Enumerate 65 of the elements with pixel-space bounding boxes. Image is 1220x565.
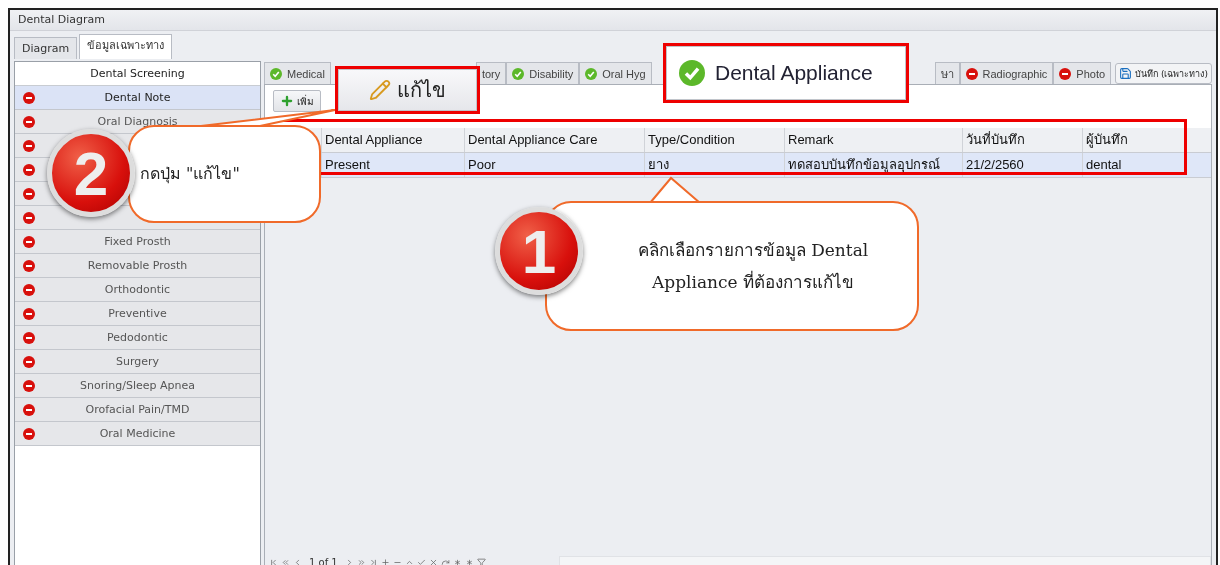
callout-text: กดปุ่ม "แก้ไข"	[140, 162, 240, 186]
table-cell: Poor	[464, 153, 644, 177]
table-cell: ยาง	[644, 153, 784, 177]
sidebar-item[interactable]: Dental Note	[15, 86, 260, 110]
view-tab[interactable]: Diagram	[14, 37, 78, 59]
section-tab[interactable]: Oral Hyg	[579, 62, 652, 84]
column-header[interactable]: วันที่บันทึก	[962, 128, 1082, 152]
asterisk-icon[interactable]	[464, 557, 474, 565]
sidebar-item-label: Removable Prosth	[86, 259, 189, 272]
table-cell: 21/2/2560	[962, 153, 1082, 177]
sidebar-item-label: Orofacial Pain/TMD	[84, 403, 191, 416]
section-tab[interactable]: Medical	[264, 62, 331, 84]
pencil-icon	[369, 79, 391, 101]
save-icon	[1119, 67, 1133, 80]
asterisk-icon[interactable]	[452, 557, 462, 565]
sidebar-item[interactable]: Surgery	[15, 350, 260, 374]
view-tab[interactable]: ข้อมูลเฉพาะทาง	[79, 34, 173, 59]
page-position: 1 of 1	[309, 556, 338, 565]
section-tab[interactable]: Disability	[506, 62, 580, 84]
sidebar-item-label: Oral Medicine	[98, 427, 177, 440]
horizontal-scrollbar[interactable]	[558, 556, 1211, 565]
check-icon[interactable]	[416, 557, 426, 565]
add-button[interactable]: เพิ่ม	[273, 90, 321, 112]
sidebar-item[interactable]: Fixed Prosth	[15, 230, 260, 254]
sidebar-item-label: Dental Note	[103, 91, 172, 104]
first-page-icon[interactable]	[269, 557, 278, 565]
column-header[interactable]: Remark	[784, 128, 962, 152]
sidebar-item-label: Surgery	[114, 355, 161, 368]
plus-icon	[280, 94, 294, 108]
sidebar-item[interactable]: Snoring/Sleep Apnea	[15, 374, 260, 398]
column-header[interactable]: Dental Appliance Care	[464, 128, 644, 152]
sidebar-item-label: Oral Diagnosis	[96, 115, 179, 128]
sidebar-item-label: Fixed Prosth	[103, 235, 172, 248]
sidebar-item-label: Orthodontic	[103, 283, 172, 296]
chevron-left-icon[interactable]	[293, 557, 302, 565]
sidebar-item[interactable]: Removable Prosth	[15, 254, 260, 278]
section-tab[interactable]: Photo	[1053, 62, 1112, 84]
plus-icon[interactable]	[380, 557, 390, 565]
table-cell: ทดสอบบันทึกข้อมูลอุปกรณ์	[784, 153, 962, 177]
filter-icon[interactable]	[476, 557, 486, 565]
section-tab[interactable]: Radiographic	[959, 62, 1054, 84]
double-chevron-left-icon[interactable]	[281, 557, 290, 565]
redo-icon[interactable]	[440, 557, 450, 565]
column-header[interactable]: Type/Condition	[644, 128, 784, 152]
column-header[interactable]: ผู้บันทึก	[1082, 128, 1186, 152]
sidebar-item-label: Pedodontic	[106, 331, 169, 344]
table-cell: dental	[1082, 153, 1186, 177]
sidebar-item[interactable]: Preventive	[15, 302, 260, 326]
section-tab[interactable]: Dental Appliance	[666, 46, 906, 100]
double-chevron-right-icon[interactable]	[356, 557, 366, 565]
sidebar-item[interactable]: Orofacial Pain/TMD	[15, 398, 260, 422]
edit-button[interactable]: แก้ไข	[338, 69, 477, 111]
column-header[interactable]: Dental Appliance	[321, 128, 464, 152]
save-button[interactable]: บันทึก (เฉพาะทาง)	[1115, 63, 1212, 84]
section-tab[interactable]: ษา	[934, 62, 960, 84]
callout-text: คลิกเลือกรายการข้อมูล Dental Appliance ที่ต้องการแก้ไข	[636, 238, 870, 294]
last-page-icon[interactable]	[368, 557, 378, 565]
sidebar-item[interactable]: Pedodontic	[15, 326, 260, 350]
close-icon[interactable]	[428, 557, 438, 565]
check-circle-icon	[679, 60, 705, 86]
sidebar-item[interactable]: Oral Medicine	[15, 422, 260, 446]
sidebar-item-label: Preventive	[107, 307, 168, 320]
sidebar-item[interactable]: Orthodontic	[15, 278, 260, 302]
window-title: Dental Diagram	[10, 10, 1216, 31]
sidebar-item-label: Snoring/Sleep Apnea	[79, 379, 196, 392]
